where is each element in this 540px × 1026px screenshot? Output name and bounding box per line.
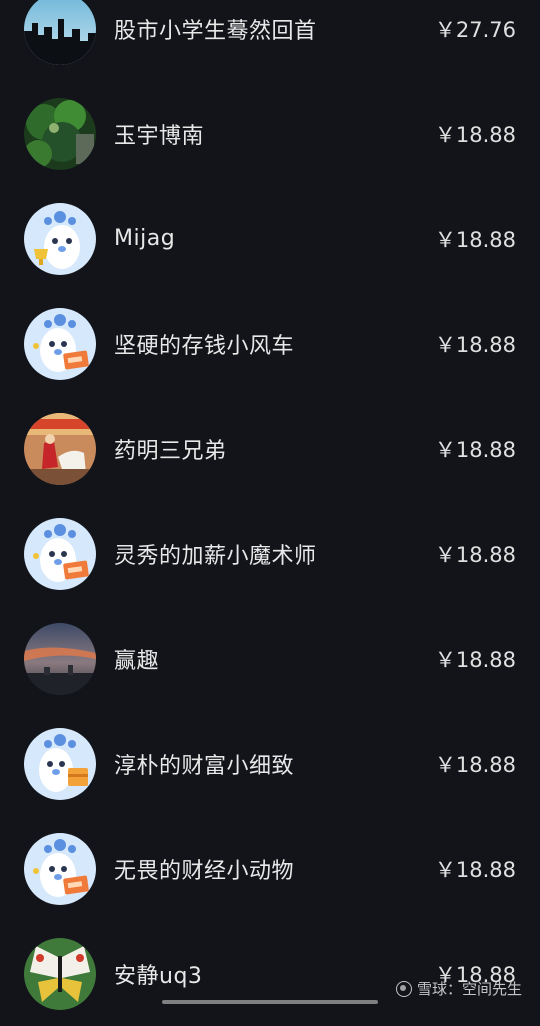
watermark: 雪球：空间先生: [395, 978, 522, 999]
supporter-name: 股市小学生蓦然回首: [114, 18, 317, 44]
avatar[interactable]: [24, 97, 96, 170]
reward-amount: ￥18.88: [434, 332, 516, 357]
list-item[interactable]: 灵秀的加薪小魔术师 ￥18.88: [0, 501, 540, 606]
mascot-sign-avatar-icon: [24, 832, 96, 905]
reward-amount: ￥18.88: [434, 752, 516, 777]
list-item[interactable]: 玉宇博南 ￥18.88: [0, 81, 540, 186]
reward-amount: ￥18.88: [434, 437, 516, 462]
list-item[interactable]: 无畏的财经小动物 ￥18.88: [0, 816, 540, 921]
list-item[interactable]: 安静uq3 ￥18.88: [0, 921, 540, 1026]
supporter-name: 药明三兄弟: [114, 438, 227, 464]
supporter-name: 安静uq3: [114, 963, 203, 989]
reward-amount: ￥18.88: [434, 122, 516, 147]
avatar[interactable]: [24, 517, 96, 590]
avatar[interactable]: [24, 832, 96, 905]
mascot-sign-avatar-icon: [24, 307, 96, 380]
supporter-name: 无畏的财经小动物: [114, 858, 295, 884]
city-skyline-avatar-icon: [24, 0, 96, 65]
mascot-sign-avatar-icon: [24, 517, 96, 590]
supporter-name: 坚硬的存钱小风车: [114, 333, 295, 359]
mascot-trophy-avatar-icon: [24, 202, 96, 275]
avatar[interactable]: [24, 307, 96, 380]
mascot-box-avatar-icon: [24, 727, 96, 800]
list-item[interactable]: 淳朴的财富小细致 ￥18.88: [0, 711, 540, 816]
reward-amount: ￥27.76: [434, 17, 516, 42]
list-item[interactable]: 药明三兄弟 ￥18.88: [0, 396, 540, 501]
snowball-logo-icon: [395, 980, 412, 997]
avatar[interactable]: [24, 412, 96, 485]
list-item[interactable]: 赢趣 ￥18.88: [0, 606, 540, 711]
supporter-name: Mijag: [114, 226, 176, 251]
list-item[interactable]: Mijag ￥18.88: [0, 186, 540, 291]
supporter-list: 股市小学生蓦然回首 ￥27.76 玉宇博南 ￥18.88 Mijag ￥18.8…: [0, 0, 540, 1026]
avatar[interactable]: [24, 622, 96, 695]
avatar[interactable]: [24, 202, 96, 275]
sunset-sky-avatar-icon: [24, 622, 96, 695]
supporter-name: 灵秀的加薪小魔术师: [114, 543, 317, 569]
avatar[interactable]: [24, 937, 96, 1010]
forest-avatar-icon: [24, 97, 96, 170]
reward-amount: ￥18.88: [434, 542, 516, 567]
reward-amount: ￥18.88: [434, 857, 516, 882]
home-indicator-bar[interactable]: [162, 1000, 378, 1004]
butterfly-avatar-icon: [24, 937, 96, 1010]
supporter-name: 赢趣: [114, 648, 160, 674]
avatar[interactable]: [24, 727, 96, 800]
list-item[interactable]: 坚硬的存钱小风车 ￥18.88: [0, 291, 540, 396]
supporter-name: 玉宇博南: [114, 123, 205, 149]
horseman-avatar-icon: [24, 412, 96, 485]
reward-amount: ￥18.88: [434, 227, 516, 252]
reward-amount: ￥18.88: [434, 647, 516, 672]
avatar[interactable]: [24, 0, 96, 65]
list-item[interactable]: 股市小学生蓦然回首 ￥27.76: [0, 0, 540, 81]
supporter-name: 淳朴的财富小细致: [114, 753, 295, 779]
watermark-text: 雪球：空间先生: [416, 980, 522, 998]
